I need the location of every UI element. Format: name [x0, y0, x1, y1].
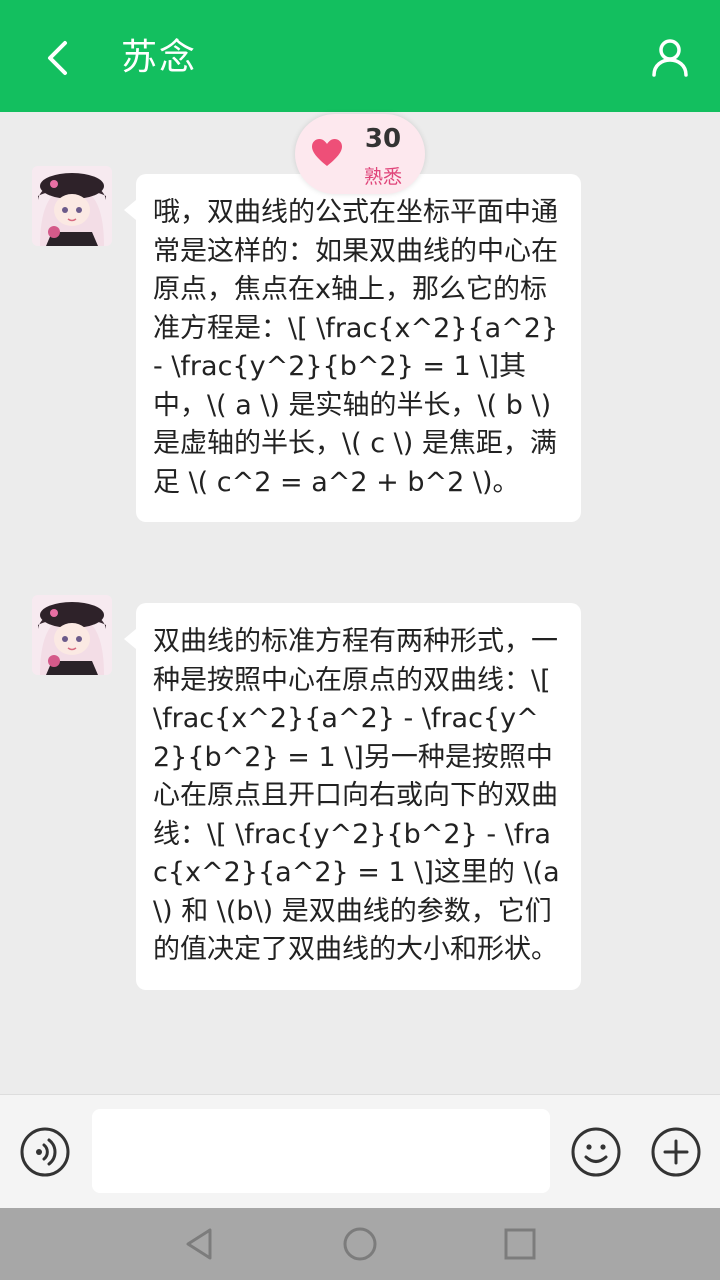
- intimacy-badge[interactable]: 30 熟悉: [295, 114, 425, 194]
- nav-back-button[interactable]: [180, 1224, 220, 1264]
- back-button[interactable]: [30, 30, 86, 86]
- voice-icon: [20, 1127, 70, 1177]
- nav-home-button[interactable]: [340, 1224, 380, 1264]
- contact-avatar[interactable]: [32, 595, 112, 675]
- emoji-button[interactable]: [570, 1126, 622, 1178]
- intimacy-score: 30: [364, 124, 402, 154]
- message-bubble[interactable]: 哦，双曲线的公式在坐标平面中通常是这样的：如果双曲线的中心在原点，焦点在x轴上，…: [124, 174, 581, 522]
- input-bar: [0, 1094, 720, 1209]
- circle-home-icon: [343, 1227, 377, 1261]
- avatar-image: [32, 166, 112, 246]
- plus-circle-icon: [651, 1127, 701, 1177]
- system-nav-bar: [0, 1208, 720, 1280]
- nav-recent-button[interactable]: [500, 1224, 540, 1264]
- message-input[interactable]: [92, 1109, 550, 1193]
- chat-title: 苏念: [121, 37, 198, 78]
- triangle-back-icon: [186, 1228, 212, 1260]
- profile-button[interactable]: [642, 30, 698, 86]
- voice-button[interactable]: [19, 1126, 71, 1178]
- chat-area[interactable]: 哦，双曲线的公式在坐标平面中通常是这样的：如果双曲线的中心在原点，焦点在x轴上，…: [0, 112, 720, 1094]
- heart-icon: [312, 139, 342, 166]
- person-icon: [652, 39, 688, 77]
- smiley-icon: [571, 1127, 621, 1177]
- square-recent-icon: [504, 1228, 536, 1260]
- contact-avatar[interactable]: [32, 166, 112, 246]
- intimacy-level: 熟悉: [363, 166, 402, 188]
- top-bar: 苏念: [0, 0, 720, 112]
- avatar-image: [32, 595, 112, 675]
- more-button[interactable]: [650, 1126, 702, 1178]
- chevron-left-icon: [48, 41, 67, 75]
- message-bubble[interactable]: 双曲线的标准方程有两种形式，一种是按照中心在原点的双曲线：\[ \frac{x^…: [124, 603, 581, 990]
